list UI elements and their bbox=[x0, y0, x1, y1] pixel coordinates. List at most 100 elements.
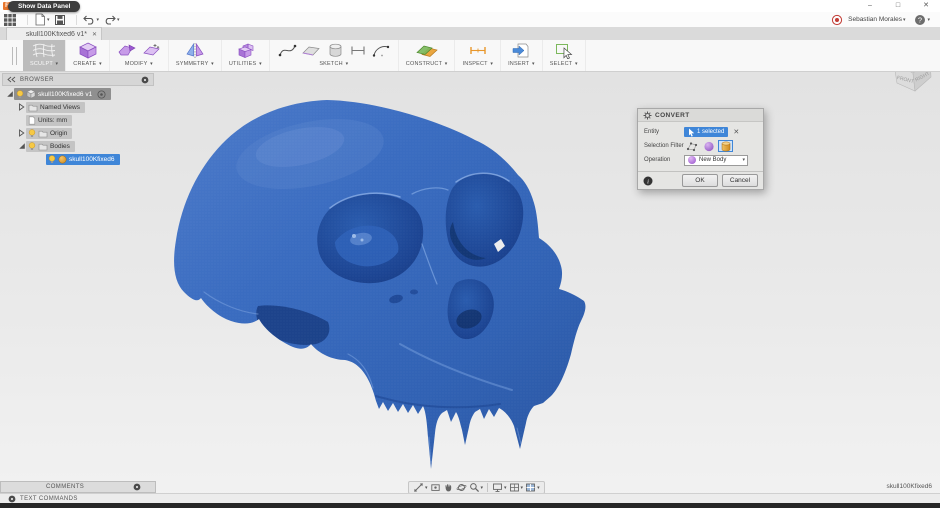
modify-crease-icon[interactable] bbox=[117, 42, 137, 59]
sketch-extrude-icon[interactable] bbox=[325, 42, 345, 59]
browser-row-named-views[interactable]: Named Views bbox=[17, 101, 154, 113]
tab-close-icon[interactable]: ✕ bbox=[90, 31, 101, 38]
orbit-button[interactable] bbox=[456, 482, 467, 493]
comments-options-icon[interactable] bbox=[133, 483, 141, 491]
fit-view-button[interactable]: ▾ bbox=[413, 482, 428, 493]
record-icon[interactable] bbox=[831, 14, 843, 26]
select-cursor-icon[interactable] bbox=[554, 42, 574, 59]
dialog-title: CONVERT bbox=[655, 112, 690, 119]
filter-face-button[interactable] bbox=[701, 140, 716, 152]
expand-icon[interactable] bbox=[18, 129, 25, 137]
folder-icon bbox=[38, 129, 48, 138]
ribbon-group-symmetry[interactable]: SYMMETRY ▾ bbox=[169, 40, 222, 71]
ribbon-group-utilities[interactable]: UTILITIES ▾ bbox=[222, 40, 270, 71]
quick-access-toolbar: ▾ ▾ ▾ Sebastian Morales ▾ ? ▾ bbox=[0, 12, 940, 27]
ribbon-groups: SCULPT ▾CREATE ▾MODIFY ▾SYMMETRY ▾UTILIT… bbox=[23, 40, 586, 71]
ground-icon[interactable] bbox=[97, 90, 106, 99]
help-menu-button[interactable]: ? ▾ bbox=[914, 14, 930, 26]
viewports-button[interactable]: ▾ bbox=[525, 482, 540, 493]
browser-row-skull100kfixed6[interactable]: skull100Kfixed6 bbox=[37, 153, 154, 165]
ribbon-group-create[interactable]: CREATE ▾ bbox=[66, 40, 110, 71]
orbit-icon bbox=[456, 482, 467, 493]
ribbon-group-sculpt[interactable]: SCULPT ▾ bbox=[23, 40, 66, 71]
utilities-box-icon[interactable] bbox=[235, 42, 255, 59]
collapse-icon[interactable] bbox=[6, 90, 14, 98]
svg-text:?: ? bbox=[918, 15, 922, 24]
sketch-arc-icon[interactable] bbox=[371, 42, 391, 59]
clear-selection-icon[interactable]: ✕ bbox=[733, 128, 739, 136]
data-panel-toggle-button[interactable] bbox=[3, 13, 17, 27]
visibility-bulb-icon[interactable] bbox=[28, 129, 36, 138]
ribbon-drag-handle[interactable] bbox=[12, 47, 17, 65]
svg-text:i: i bbox=[647, 178, 649, 185]
grid-display-button[interactable]: ▾ bbox=[509, 482, 524, 493]
folder-icon bbox=[38, 142, 48, 151]
ribbon-group-construct[interactable]: CONSTRUCT ▾ bbox=[399, 40, 456, 71]
symmetry-mirror-icon[interactable] bbox=[185, 42, 205, 59]
selection-filter-group bbox=[684, 140, 735, 152]
ribbon-group-select[interactable]: SELECT ▾ bbox=[543, 40, 586, 71]
ribbon-group-inspect[interactable]: INSPECT ▾ bbox=[455, 40, 501, 71]
comments-panel[interactable]: COMMENTS bbox=[0, 481, 156, 493]
construct-plane-icon[interactable] bbox=[416, 42, 438, 59]
operation-label: Operation bbox=[638, 157, 684, 163]
inspect-measure-icon[interactable] bbox=[468, 42, 488, 59]
browser-options-icon[interactable] bbox=[141, 76, 149, 84]
collapse-icon[interactable] bbox=[18, 142, 26, 150]
cancel-button[interactable]: Cancel bbox=[722, 174, 758, 187]
info-icon[interactable]: i bbox=[643, 176, 653, 186]
sketch-slot-icon[interactable] bbox=[349, 42, 367, 59]
filter-face-icon bbox=[703, 141, 715, 152]
visibility-bulb-icon[interactable] bbox=[28, 142, 36, 151]
browser-row-origin[interactable]: Origin bbox=[17, 127, 154, 139]
filter-body-button[interactable] bbox=[718, 140, 733, 152]
look-at-button[interactable] bbox=[430, 482, 441, 493]
browser-row-units-mm[interactable]: Units: mm bbox=[17, 114, 154, 126]
create-box-icon[interactable] bbox=[78, 42, 98, 59]
sketch-spline-icon[interactable] bbox=[277, 42, 297, 59]
browser-row-skull100kfixed6-v1[interactable]: skull100Kfixed6 v1 bbox=[5, 88, 154, 100]
modify-flatten-icon[interactable] bbox=[141, 42, 161, 59]
ok-button[interactable]: OK bbox=[682, 174, 718, 187]
display-settings-button[interactable]: ▾ bbox=[492, 482, 507, 493]
ribbon-group-insert[interactable]: INSERT ▾ bbox=[501, 40, 543, 71]
user-account-menu[interactable]: Sebastian Morales ▾ bbox=[848, 16, 905, 23]
sketch-patch-icon[interactable] bbox=[301, 42, 321, 59]
zoom-button[interactable]: ▾ bbox=[469, 482, 484, 493]
help-icon: ? bbox=[914, 14, 926, 26]
visibility-bulb-icon[interactable] bbox=[48, 155, 56, 164]
component-icon bbox=[26, 89, 36, 99]
collapse-panel-icon[interactable] bbox=[7, 76, 16, 83]
entity-selection-chip[interactable]: 1 selected bbox=[684, 127, 728, 137]
minimize-button[interactable]: – bbox=[856, 0, 884, 12]
document-icon bbox=[28, 116, 36, 125]
file-menu-button[interactable]: ▾ bbox=[34, 13, 50, 26]
filter-vertex-button[interactable] bbox=[684, 140, 699, 152]
pan-button[interactable] bbox=[443, 482, 454, 493]
redo-button[interactable]: ▾ bbox=[103, 14, 120, 25]
body-icon bbox=[58, 155, 67, 164]
browser-row-bodies[interactable]: Bodies bbox=[17, 140, 154, 152]
sculpt-mesh-icon[interactable] bbox=[31, 42, 57, 59]
display-settings-icon bbox=[492, 482, 503, 493]
operation-select[interactable]: New Body ▾ bbox=[684, 155, 748, 166]
operation-value: New Body bbox=[699, 157, 739, 163]
save-button[interactable] bbox=[54, 14, 66, 26]
ribbon-group-sketch[interactable]: SKETCH ▾ bbox=[270, 40, 399, 71]
visibility-bulb-icon[interactable] bbox=[16, 90, 24, 99]
skull-model[interactable] bbox=[160, 92, 640, 477]
close-button[interactable]: ✕ bbox=[912, 0, 940, 12]
filter-body-icon bbox=[720, 141, 732, 152]
convert-dialog-header[interactable]: CONVERT bbox=[638, 109, 763, 122]
ribbon-group-modify[interactable]: MODIFY ▾ bbox=[110, 40, 169, 71]
document-tab-label: skull100Kfixed6 v1* bbox=[7, 31, 90, 38]
insert-file-icon[interactable] bbox=[511, 42, 531, 59]
maximize-button[interactable]: □ bbox=[884, 0, 912, 12]
undo-button[interactable]: ▾ bbox=[83, 14, 100, 25]
document-tab[interactable]: skull100Kfixed6 v1* ✕ bbox=[6, 27, 102, 40]
browser-panel: BROWSER skull100Kfixed6 v1Named ViewsUni… bbox=[2, 73, 154, 166]
expand-icon[interactable] bbox=[18, 103, 25, 111]
undo-icon bbox=[83, 14, 96, 25]
entity-selection-count: 1 selected bbox=[697, 129, 724, 135]
selection-filter-label: Selection Filter bbox=[638, 143, 684, 149]
